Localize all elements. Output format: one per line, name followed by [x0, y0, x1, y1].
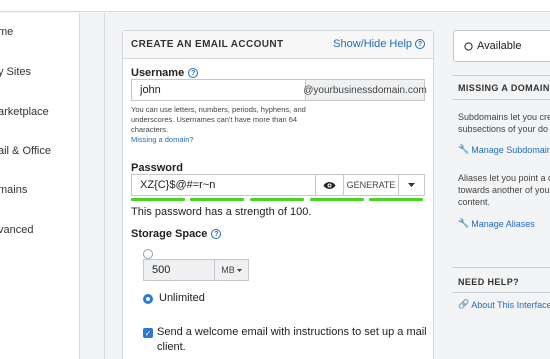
show-hide-help-link[interactable]: Show/Hide Help ? — [333, 38, 425, 50]
domain-addon: @yourbusinessdomain.com — [303, 79, 427, 101]
help-line: content. — [458, 197, 491, 207]
divider — [104, 13, 105, 359]
password-strength-text: This password has a strength of 100. — [131, 206, 312, 218]
divider — [452, 75, 550, 76]
manage-aliases-label: Manage Aliases — [471, 218, 535, 229]
link-icon: 🔗 — [458, 299, 470, 309]
help-line: subsections of your do — [458, 124, 549, 134]
generate-password-button[interactable]: GENERATE — [343, 174, 399, 196]
storage-limited-radio[interactable] — [143, 249, 153, 259]
status-label: Available — [477, 40, 522, 52]
missing-domain-link[interactable]: Missing a domain? — [131, 135, 306, 145]
sidebar-item-email-office[interactable]: ail & Office — [0, 145, 51, 157]
manage-aliases-link[interactable]: 🔧 Manage Aliases — [458, 218, 535, 229]
help-line: underscores. Usernames can't have more t… — [131, 115, 298, 124]
password-label-text: Password — [131, 162, 183, 174]
username-value: john — [140, 84, 161, 96]
missing-domain-heading: MISSING A DOMAIN — [458, 83, 550, 93]
wrench-icon: 🔧 — [458, 218, 470, 228]
sidebar-item-label: arketplace — [0, 106, 49, 118]
caret-down-icon — [236, 268, 242, 272]
sidebar-item-marketplace[interactable]: arketplace — [0, 106, 49, 118]
help-icon: ? — [415, 39, 425, 49]
manage-subdomains-link[interactable]: 🔧 Manage Subdomains — [458, 144, 550, 155]
storage-label-text: Storage Space — [131, 228, 208, 240]
sidebar-item-home[interactable]: me — [0, 26, 13, 38]
help-line: Subdomains let you cre — [458, 112, 550, 122]
strength-segment — [250, 198, 304, 201]
status-button[interactable]: Available — [453, 30, 550, 62]
password-input[interactable]: XZ{C}$@#=r~n — [131, 174, 316, 196]
sidebar-item-label: mains — [0, 184, 28, 196]
help-line: You can use letters, numbers, periods, h… — [131, 105, 306, 114]
help-icon[interactable]: ? — [211, 229, 222, 239]
divider — [452, 267, 550, 268]
show-hide-help-label: Show/Hide Help — [333, 38, 412, 50]
sidebar-item-label: y Sites — [0, 66, 32, 78]
storage-unit-select[interactable]: MB — [214, 259, 249, 281]
wrench-icon: 🔧 — [458, 144, 470, 154]
strength-segment — [131, 198, 185, 201]
help-line: towards another of you — [458, 185, 550, 195]
eye-icon — [323, 181, 336, 189]
about-interface-label: About This Interface — [471, 299, 550, 310]
card-header: CREATE AN EMAIL ACCOUNT Show/Hide Help ? — [123, 31, 433, 59]
divider — [452, 292, 550, 293]
sidebar-item-label: me — [0, 26, 14, 38]
username-help: You can use letters, numbers, periods, h… — [131, 105, 306, 145]
card-title: CREATE AN EMAIL ACCOUNT — [131, 39, 284, 50]
right-help-panel: MISSING A DOMAIN Subdomains let you cre … — [452, 75, 550, 359]
strength-segment — [369, 198, 423, 201]
sidebar-item-label: ail & Office — [0, 145, 51, 157]
username-input[interactable]: john — [131, 79, 306, 101]
help-icon[interactable]: ? — [188, 68, 199, 78]
show-password-button[interactable] — [315, 174, 344, 196]
storage-quota-input[interactable]: 500 — [143, 259, 215, 281]
strength-segment — [310, 198, 364, 201]
username-label: Username ? — [131, 67, 199, 79]
storage-unlimited-radio[interactable] — [143, 294, 153, 304]
username-label-text: Username — [131, 67, 185, 79]
welcome-line: client. — [157, 341, 186, 353]
generate-label: GENERATE — [346, 180, 396, 190]
status-icon — [464, 41, 473, 51]
top-bar — [0, 0, 550, 12]
create-email-card: CREATE AN EMAIL ACCOUNT Show/Hide Help ?… — [122, 30, 434, 359]
sidebar-item-domains[interactable]: mains — [0, 184, 27, 196]
help-line: characters. — [131, 125, 169, 134]
storage-unit: MB — [221, 265, 235, 275]
password-value: XZ{C}$@#=r~n — [140, 179, 216, 191]
sidebar-item-label: vanced — [0, 224, 34, 236]
aliases-help-text: Aliases let you point a d towards anothe… — [458, 172, 550, 208]
subdomains-help-text: Subdomains let you cre subsections of yo… — [458, 111, 550, 135]
storage-value: 500 — [152, 264, 171, 276]
help-line: Aliases let you point a d — [458, 173, 550, 183]
sidebar-item-my-sites[interactable]: y Sites — [0, 66, 31, 78]
welcome-email-label: Send a welcome email with instructions t… — [157, 325, 427, 355]
caret-down-icon — [408, 183, 415, 187]
generate-options-dropdown[interactable] — [398, 174, 425, 196]
password-label: Password — [131, 162, 183, 174]
manage-subdomains-label: Manage Subdomains — [471, 144, 550, 155]
welcome-email-checkbox[interactable]: ✓ — [143, 328, 153, 338]
domain-text: @yourbusinessdomain.com — [303, 84, 427, 96]
welcome-line: Send a welcome email with instructions t… — [157, 326, 427, 338]
storage-label: Storage Space ? — [131, 228, 222, 240]
about-interface-link[interactable]: 🔗 About This Interface — [458, 299, 550, 310]
strength-segment — [190, 198, 244, 201]
sidebar: me y Sites arketplace ail & Office mains… — [0, 13, 80, 359]
unlimited-label: Unlimited — [159, 292, 205, 304]
sidebar-item-advanced[interactable]: vanced — [0, 224, 33, 236]
divider — [452, 99, 550, 100]
need-help-heading: NEED HELP? — [458, 277, 520, 287]
